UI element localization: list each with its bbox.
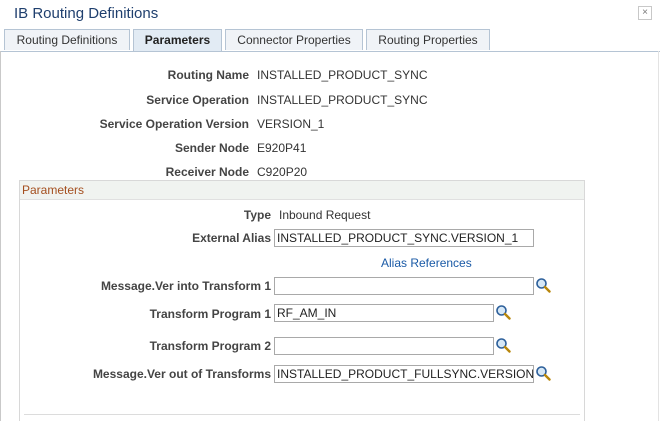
- routing-name-value: INSTALLED_PRODUCT_SYNC: [257, 68, 428, 82]
- service-operation-value: INSTALLED_PRODUCT_SYNC: [257, 93, 428, 107]
- tab-strip: Routing Definitions Parameters Connector…: [0, 29, 660, 52]
- receiver-node-value: C920P20: [257, 165, 308, 179]
- service-operation-version-value: VERSION_1: [257, 117, 325, 131]
- routing-name-label: Routing Name: [167, 68, 249, 82]
- tab-routing-properties[interactable]: Routing Properties: [366, 29, 490, 50]
- close-icon[interactable]: ×: [638, 6, 652, 20]
- transform-program-2-input[interactable]: [274, 337, 494, 355]
- alias-references-link[interactable]: Alias References: [381, 256, 472, 270]
- message-ver-out-label: Message.Ver out of Transforms: [92, 367, 271, 381]
- type-value: Inbound Request: [279, 208, 371, 222]
- external-alias-label: External Alias: [192, 231, 271, 245]
- external-alias-input[interactable]: INSTALLED_PRODUCT_SYNC.VERSION_1: [274, 229, 534, 247]
- service-operation-version-label: Service Operation Version: [99, 117, 249, 131]
- transform-program-1-input[interactable]: RF_AM_IN: [274, 304, 494, 322]
- receiver-node-label: Receiver Node: [165, 165, 249, 179]
- message-ver-out-input[interactable]: INSTALLED_PRODUCT_FULLSYNC.VERSION: [274, 365, 534, 383]
- tab-routing-definitions[interactable]: Routing Definitions: [4, 29, 130, 50]
- service-operation-label: Service Operation: [146, 93, 249, 107]
- tab-connector-properties[interactable]: Connector Properties: [225, 29, 363, 50]
- magnifier-lookup-icon[interactable]: [495, 304, 511, 320]
- sender-node-label: Sender Node: [174, 141, 249, 155]
- page-title: IB Routing Definitions: [14, 5, 159, 22]
- transform-program-2-label: Transform Program 2: [149, 339, 271, 353]
- sender-node-value: E920P41: [257, 141, 307, 155]
- type-label: Type: [243, 208, 271, 222]
- tab-parameters[interactable]: Parameters: [133, 29, 222, 51]
- parameters-group-header: Parameters: [20, 181, 584, 200]
- divider: [24, 414, 580, 415]
- message-ver-into-transform-label: Message.Ver into Transform 1: [100, 279, 271, 293]
- magnifier-lookup-icon[interactable]: [495, 337, 511, 353]
- magnifier-lookup-icon[interactable]: [535, 277, 551, 293]
- message-ver-into-transform-input[interactable]: [274, 277, 534, 295]
- title-bar: IB Routing Definitions ×: [0, 0, 660, 28]
- magnifier-lookup-icon[interactable]: [535, 365, 551, 381]
- parameters-group-title: Parameters: [22, 183, 85, 197]
- transform-program-1-label: Transform Program 1: [149, 307, 271, 321]
